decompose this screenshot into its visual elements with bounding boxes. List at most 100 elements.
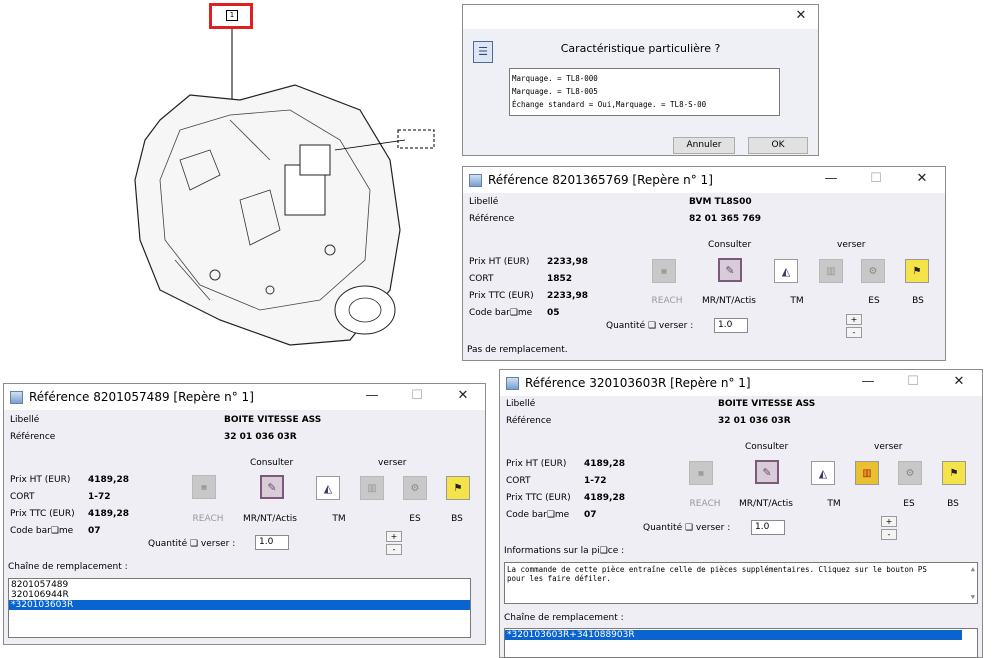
scroll-down-icon[interactable]: ▼ — [971, 593, 975, 601]
code-bareme-value: 07 — [584, 510, 597, 520]
ps-icon: ▥ — [862, 467, 872, 479]
prix-ttc-label: Prix TTC (EUR) — [469, 291, 534, 301]
es-caption: ES — [868, 296, 880, 306]
reference-label: Référence — [10, 432, 56, 442]
prix-ttc-value: 2233,98 — [547, 291, 588, 301]
bs-caption: BS — [947, 499, 959, 509]
tm-icon: ◭ — [818, 466, 828, 480]
reach-caption: REACH — [689, 499, 721, 509]
code-bareme-value: 07 — [88, 526, 101, 536]
scroll-up-icon[interactable]: ▲ — [971, 565, 975, 573]
close-icon[interactable]: ✕ — [912, 171, 932, 186]
consulter-label: Consulter — [708, 240, 752, 250]
maximize-icon[interactable]: ☐ — [903, 374, 923, 389]
es-button[interactable]: ⚙ — [898, 461, 922, 485]
ps-button[interactable]: ▥ — [855, 461, 879, 485]
verser-dis-button[interactable]: ▥ — [360, 476, 384, 500]
tm-button[interactable]: ◭ — [316, 476, 340, 500]
list-item[interactable]: 8201057489 — [9, 580, 470, 590]
prix-ht-label: Prix HT (EUR) — [506, 459, 567, 469]
option-item[interactable]: Marquage. = TL8-000 — [510, 72, 779, 85]
list-item[interactable]: *320103603R+341088903R — [505, 630, 962, 640]
close-icon[interactable]: ✕ — [949, 374, 969, 389]
quantity-input[interactable]: 1.0 — [714, 318, 748, 333]
es-button[interactable]: ⚙ — [403, 476, 427, 500]
maximize-icon[interactable]: ☐ — [407, 388, 427, 403]
es-button[interactable]: ⚙ — [861, 259, 885, 283]
window-titlebar: Référence 8201365769 [Repère n° 1] — ☐ ✕ — [463, 167, 945, 193]
reference-window-3: Référence 320103603R [Repère n° 1] — ☐ ✕… — [499, 369, 983, 658]
prix-ht-value: 2233,98 — [547, 257, 588, 267]
decrement-button[interactable]: - — [386, 544, 402, 555]
tm-caption: TM — [827, 499, 841, 509]
quantity-input[interactable]: 1.0 — [255, 535, 289, 550]
increment-button[interactable]: + — [881, 516, 897, 527]
consulter-label: Consulter — [250, 458, 294, 468]
cort-value: 1-72 — [88, 492, 111, 502]
option-item[interactable]: Marquage. = TL8-005 — [510, 85, 779, 98]
es-icon: ⚙ — [410, 482, 420, 494]
maximize-icon[interactable]: ☐ — [866, 171, 886, 186]
reference-window-1: Référence 8201365769 [Repère n° 1] — ☐ ✕… — [462, 166, 946, 361]
close-icon[interactable]: ✕ — [453, 388, 473, 403]
bs-button[interactable]: ⚑ — [446, 476, 470, 500]
reference-value: 32 01 036 03R — [718, 416, 791, 426]
info-text: La commande de cette pièce entraîne cell… — [507, 565, 927, 583]
quantity-input[interactable]: 1.0 — [751, 520, 785, 535]
bs-icon: ⚑ — [912, 265, 922, 277]
close-icon[interactable]: ✕ — [791, 8, 811, 23]
mr-caption: MR/NT/Actis — [739, 499, 793, 509]
prix-ttc-label: Prix TTC (EUR) — [10, 509, 75, 519]
bs-button[interactable]: ⚑ — [905, 259, 929, 283]
quantite-label: Quantité ❑ verser : — [148, 539, 236, 549]
code-bareme-value: 05 — [547, 308, 560, 318]
minimize-icon[interactable]: — — [362, 388, 382, 403]
reach-button[interactable]: ▦ — [192, 475, 216, 499]
bs-icon: ⚑ — [453, 482, 463, 494]
tm-button[interactable]: ◭ — [811, 461, 835, 485]
minimize-icon[interactable]: — — [821, 171, 841, 186]
wrench-icon: ✎ — [267, 480, 277, 494]
java-icon — [506, 376, 519, 390]
libelle-label: Libellé — [10, 415, 40, 425]
cort-label: CORT — [10, 492, 35, 502]
libelle-label: Libellé — [469, 197, 499, 207]
java-icon — [10, 390, 23, 404]
window-title: Référence 320103603R [Repère n° 1] — [525, 376, 751, 390]
bs-button[interactable]: ⚑ — [942, 461, 966, 485]
window-titlebar: Référence 320103603R [Repère n° 1] — ☐ ✕ — [500, 370, 982, 396]
option-item[interactable]: Échange standard = Oui,Marquage. = TL8-S… — [510, 98, 779, 111]
window-title: Référence 8201365769 [Repère n° 1] — [488, 173, 713, 187]
minimize-icon[interactable]: — — [858, 374, 878, 389]
ok-button[interactable]: OK — [748, 137, 808, 154]
prix-ht-label: Prix HT (EUR) — [10, 475, 71, 485]
tm-button[interactable]: ◭ — [774, 259, 798, 283]
mr-nt-actis-button[interactable]: ✎ — [260, 475, 284, 499]
list-item[interactable]: 320106944R — [9, 590, 470, 600]
list-item[interactable]: *320103603R — [9, 600, 470, 610]
replacement-chain-list[interactable]: 8201057489 320106944R *320103603R — [8, 578, 471, 638]
verser-label: verser — [378, 458, 407, 468]
tm-icon: ◭ — [781, 264, 791, 278]
tm-caption: TM — [790, 296, 804, 306]
mr-nt-actis-button[interactable]: ✎ — [755, 460, 779, 484]
dialog-question: Caractéristique particulière ? — [560, 42, 721, 55]
verser-label: verser — [874, 442, 903, 452]
cort-value: 1-72 — [584, 476, 607, 486]
increment-button[interactable]: + — [846, 314, 862, 325]
reach-button[interactable]: ▦ — [689, 461, 713, 485]
reach-button[interactable]: ▦ — [652, 259, 676, 283]
reference-value: 82 01 365 769 — [689, 214, 762, 224]
decrement-button[interactable]: - — [846, 327, 862, 338]
mr-caption: MR/NT/Actis — [702, 296, 756, 306]
chain-label: Chaîne de remplacement : — [8, 562, 128, 572]
verser-dis-button[interactable]: ▥ — [819, 259, 843, 283]
options-list[interactable]: Marquage. = TL8-000 Marquage. = TL8-005 … — [509, 68, 780, 116]
increment-button[interactable]: + — [386, 531, 402, 542]
decrement-button[interactable]: - — [881, 529, 897, 540]
replacement-chain-list[interactable]: *320103603R+341088903R — [504, 628, 978, 658]
java-icon — [469, 173, 482, 187]
cancel-button[interactable]: Annuler — [673, 137, 735, 154]
info-textarea[interactable]: La commande de cette pièce entraîne cell… — [504, 562, 978, 604]
mr-nt-actis-button[interactable]: ✎ — [718, 258, 742, 282]
